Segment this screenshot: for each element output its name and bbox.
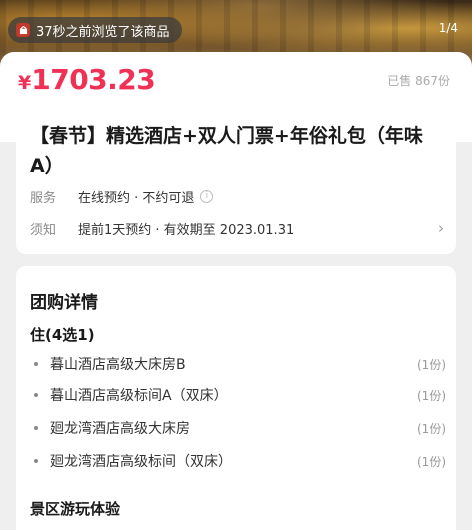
chevron-right-icon[interactable]: ›	[438, 219, 444, 237]
item-qty: (1份)	[417, 454, 446, 469]
details-heading: 团购详情	[30, 293, 98, 313]
info-icon[interactable]: i	[200, 189, 214, 203]
notice-row[interactable]: 须知 提前1天预约 · 有效期至 2023.01.31 ›	[30, 217, 444, 239]
service-value: 在线预约 · 不约可退	[78, 190, 195, 206]
list-item: 暮山酒店高级标间A（双床） (1份)	[30, 384, 446, 406]
notice-value: 提前1天预约 · 有效期至 2023.01.31	[78, 222, 295, 238]
image-page-indicator: 1/4	[438, 21, 458, 35]
group-buy-details-card: 团购详情 住(4选1) 暮山酒店高级大床房B (1份) 暮山酒店高级标间A（双床…	[16, 266, 456, 530]
item-name: 廻龙湾酒店高级大床房	[50, 421, 190, 437]
service-row[interactable]: 服务 在线预约 · 不约可退 i	[30, 185, 444, 207]
bullet-icon	[34, 426, 38, 430]
price-amount: 1703.23	[31, 63, 156, 96]
stay-heading: 住(4选1)	[30, 326, 95, 344]
recently-viewed-text: 37秒之前浏览了该商品	[36, 24, 170, 40]
item-name: 暮山酒店高级标间A（双床）	[50, 388, 228, 404]
recently-viewed-pill: 37秒之前浏览了该商品	[8, 17, 182, 43]
item-name: 暮山酒店高级大床房B	[50, 357, 186, 373]
item-name: 廻龙湾酒店高级标间（双床）	[50, 454, 232, 470]
bullet-icon	[34, 459, 38, 463]
service-label: 服务	[30, 190, 57, 206]
notice-label: 须知	[30, 222, 57, 238]
item-qty: (1份)	[417, 421, 446, 436]
item-qty: (1份)	[417, 388, 446, 403]
scenic-heading: 景区游玩体验	[30, 500, 121, 518]
shop-icon	[16, 23, 30, 37]
product-title: 【春节】精选酒店+双人门票+年俗礼包（年味A）	[30, 125, 423, 177]
bullet-icon	[34, 362, 38, 366]
item-qty: (1份)	[417, 357, 446, 372]
product-info-card: 【春节】精选酒店+双人门票+年俗礼包（年味A） 服务 在线预约 · 不约可退 i…	[16, 110, 456, 254]
bullet-icon	[34, 393, 38, 397]
list-item: 暮山酒店高级大床房B (1份)	[30, 353, 446, 375]
price: ¥1703.23	[18, 63, 156, 96]
list-item: 廻龙湾酒店高级大床房 (1份)	[30, 417, 446, 439]
price-currency: ¥	[18, 72, 32, 94]
list-item: 廻龙湾酒店高级标间（双床） (1份)	[30, 450, 446, 472]
sold-count: 已售 867份	[387, 74, 450, 88]
